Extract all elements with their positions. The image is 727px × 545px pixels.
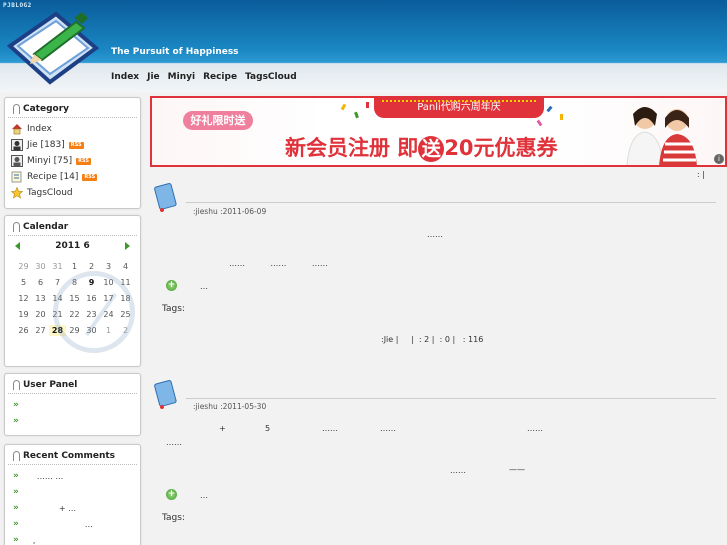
recent-comments-title: Recent Comments <box>8 445 137 465</box>
category-panel: Category Index Jie [183] RSS Minyi [75] … <box>4 97 141 209</box>
post-body-line: …… <box>427 230 443 239</box>
post-tags: Tags: <box>162 304 185 314</box>
clip-icon <box>13 451 20 461</box>
rss-badge[interactable]: RSS <box>76 157 91 165</box>
calendar-day[interactable]: 4 <box>117 261 134 272</box>
rss-badge[interactable]: RSS <box>68 141 84 149</box>
clip-icon <box>13 104 20 114</box>
calendar-panel: Calendar 2011 6 29 30 31 1 2 3 4 5 6 7 8 9 10 11 12 13 1… <box>4 215 141 367</box>
calendar-grid: 29 30 31 1 2 3 4 5 6 7 8 9 10 11 12 13 14 15 16 17 18 19 20 21 2… <box>5 253 140 353</box>
star-icon <box>11 187 23 199</box>
post-divider <box>186 398 716 399</box>
read-more-link[interactable]: … <box>200 491 208 500</box>
ad-info-icon[interactable]: i <box>714 154 724 164</box>
promo-ribbon: Panli代购六周年庆 <box>374 98 544 118</box>
comment-item[interactable]: »…… … <box>5 468 140 484</box>
watermark-icon <box>53 271 135 353</box>
double-arrow-icon: » <box>13 471 19 481</box>
calendar-title: Calendar <box>8 216 137 236</box>
recipe-icon <box>11 171 23 183</box>
double-arrow-icon: » <box>13 519 19 529</box>
main-nav: Index Jie Minyi Recipe TagsCloud <box>111 72 297 82</box>
nav-minyi[interactable]: Minyi <box>168 72 195 82</box>
post-body-text: …… <box>450 466 466 475</box>
promo-headline: 新会员注册 即送 20元优惠券 <box>285 136 558 162</box>
post-body-text: …… <box>322 424 338 433</box>
category-item-index[interactable]: Index <box>11 121 134 137</box>
calendar-day[interactable]: 6 <box>32 277 49 288</box>
comment-item[interactable]: »… <box>5 516 140 532</box>
user-icon <box>11 139 23 151</box>
calendar-next-arrow-icon[interactable] <box>124 242 130 250</box>
user-panel: User Panel » » <box>4 373 141 436</box>
double-arrow-icon: » <box>13 503 19 513</box>
category-item-jie[interactable]: Jie [183] RSS <box>11 137 134 153</box>
category-item-minyi[interactable]: Minyi [75] RSS <box>11 153 134 169</box>
post-body-text: + <box>219 424 226 433</box>
category-item-recipe[interactable]: Recipe [14] RSS <box>11 169 134 185</box>
user-panel-link[interactable]: » <box>5 413 140 429</box>
calendar-day[interactable]: 5 <box>15 277 32 288</box>
calendar-day[interactable]: 29 <box>15 261 32 272</box>
comment-item[interactable]: », <box>5 532 140 545</box>
post-body-text: …… <box>527 424 543 433</box>
nav-jie[interactable]: Jie <box>147 72 160 82</box>
models-photo-icon <box>626 107 697 165</box>
post-meta: :jieshu :2011-05-30 <box>193 402 267 411</box>
calendar-day[interactable]: 3 <box>100 261 117 272</box>
post-footer: :Jie | | : 2 | : 0 | : 116 <box>381 335 484 344</box>
calendar-day[interactable]: 31 <box>49 261 66 272</box>
recent-comments-panel: Recent Comments »…… … » » + … »… », <box>4 444 141 545</box>
post-body-text: …… <box>380 424 396 433</box>
calendar-month: 2011 6 <box>55 241 90 251</box>
calendar-day[interactable]: 13 <box>32 293 49 304</box>
comment-item[interactable]: » <box>5 484 140 500</box>
post-meta: :jieshu :2011-06-09 <box>193 207 267 216</box>
user-icon <box>11 155 23 167</box>
post-body-text: 5 <box>265 424 271 433</box>
calendar-day[interactable]: 27 <box>32 325 49 336</box>
nav-tagscloud[interactable]: TagsCloud <box>245 72 297 82</box>
calendar-day[interactable]: 26 <box>15 325 32 336</box>
page-controls: : | <box>697 170 705 179</box>
post-body-line: …… …… …… <box>229 259 328 268</box>
rss-badge[interactable]: RSS <box>82 173 98 181</box>
clip-icon <box>13 222 20 232</box>
calendar-prev-arrow-icon[interactable] <box>15 242 20 250</box>
category-item-tagscloud[interactable]: TagsCloud <box>11 185 134 201</box>
comment-item[interactable]: » + … <box>5 500 140 516</box>
site-tagline: The Pursuit of Happiness <box>111 47 239 57</box>
promo-pill: 好礼限时送 <box>183 111 253 130</box>
promo-banner[interactable]: 好礼限时送 Panli代购六周年庆 新会员注册 即送 20元优惠券 i <box>150 96 727 167</box>
double-arrow-icon: » <box>13 416 19 426</box>
calendar-day[interactable]: 1 <box>66 261 83 272</box>
read-more-link[interactable]: … <box>200 282 208 291</box>
home-icon <box>11 123 23 135</box>
expand-plus-icon[interactable]: + <box>166 280 177 291</box>
post-body-text: —— <box>509 465 525 474</box>
double-arrow-icon: » <box>13 400 19 410</box>
user-panel-link[interactable]: » <box>5 397 140 413</box>
post-document-icon <box>154 183 177 212</box>
post-tags: Tags: <box>162 513 185 523</box>
nav-index[interactable]: Index <box>111 72 139 82</box>
blog-logo-icon[interactable] <box>4 8 104 88</box>
calendar-day[interactable]: 30 <box>32 261 49 272</box>
category-title: Category <box>8 98 137 118</box>
expand-plus-icon[interactable]: + <box>166 489 177 500</box>
post-divider <box>186 202 716 203</box>
double-arrow-icon: » <box>13 535 19 545</box>
nav-recipe[interactable]: Recipe <box>203 72 237 82</box>
clip-icon <box>13 380 20 390</box>
user-panel-title: User Panel <box>8 374 137 394</box>
post-document-icon <box>154 380 177 409</box>
calendar-day[interactable]: 12 <box>15 293 32 304</box>
calendar-day[interactable]: 19 <box>15 309 32 320</box>
calendar-day[interactable]: 20 <box>32 309 49 320</box>
site-header: PJBLOG2 The Pursuit of Happiness Index J… <box>0 0 727 92</box>
double-arrow-icon: » <box>13 487 19 497</box>
post-body-text: …… <box>166 438 182 447</box>
